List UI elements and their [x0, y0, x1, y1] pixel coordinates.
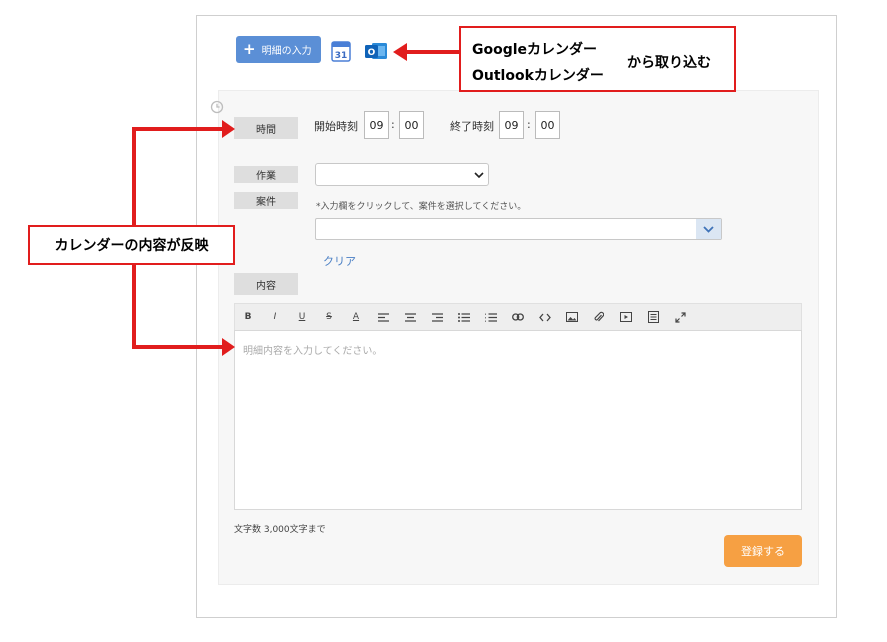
code-icon[interactable] — [538, 310, 552, 324]
video-icon[interactable] — [619, 310, 633, 324]
import-callout: Googleカレンダー Outlookカレンダー から取り込む — [459, 26, 736, 92]
work-select[interactable] — [315, 163, 489, 186]
char-limit-note: 文字数 3,000文字まで — [234, 525, 326, 535]
content-label: 内容 — [234, 273, 298, 295]
time-label: 時間 — [234, 117, 298, 139]
end-time-separator: : — [527, 118, 531, 131]
align-right-icon[interactable] — [430, 310, 444, 324]
case-select[interactable] — [315, 218, 722, 240]
reflect-callout: カレンダーの内容が反映 — [28, 225, 235, 265]
underline-button[interactable]: U — [295, 310, 309, 324]
plus-icon: + — [243, 40, 256, 58]
fullscreen-icon[interactable] — [673, 310, 687, 324]
clear-link[interactable]: クリア — [323, 253, 356, 269]
end-minute-field[interactable]: 00 — [535, 111, 560, 139]
outlook-icon[interactable]: O — [364, 40, 388, 62]
chevron-down-icon — [703, 225, 714, 233]
chevron-down-icon — [474, 172, 484, 179]
text-color-button[interactable]: A — [349, 310, 363, 324]
start-hour-field[interactable]: 09 — [364, 111, 389, 139]
google-calendar-icon[interactable]: 31 — [331, 40, 351, 62]
arrow-head-time — [222, 120, 235, 138]
align-left-icon[interactable] — [376, 310, 390, 324]
end-hour-field[interactable]: 09 — [499, 111, 524, 139]
history-icon[interactable] — [210, 100, 224, 114]
arrow-shaft-import — [406, 50, 461, 54]
start-time-label: 開始時刻 — [314, 120, 358, 133]
bold-button[interactable]: B — [241, 310, 255, 324]
editor-placeholder: 明細内容を入力してください。 — [243, 346, 383, 357]
add-detail-label: 明細の入力 — [261, 46, 312, 57]
align-center-icon[interactable] — [403, 310, 417, 324]
editor-toolbar: B I U S A — [234, 303, 802, 330]
start-minute-field[interactable]: 00 — [399, 111, 424, 139]
end-time-label: 終了時刻 — [450, 120, 494, 133]
work-label: 作業 — [234, 166, 298, 183]
google-calendar-day: 31 — [335, 51, 348, 61]
start-time-separator: : — [391, 118, 395, 131]
case-hint: *入力欄をクリックして、案件を選択してください。 — [316, 202, 527, 212]
outlook-letter: O — [368, 48, 376, 58]
bullet-list-icon[interactable] — [457, 310, 471, 324]
arrow-shaft-time — [132, 127, 224, 131]
link-icon[interactable] — [511, 310, 525, 324]
import-line-outlook: Outlookカレンダー — [472, 68, 604, 84]
content-editor[interactable]: 明細内容を入力してください。 — [234, 330, 802, 510]
italic-button[interactable]: I — [268, 310, 282, 324]
import-suffix: から取り込む — [627, 55, 711, 71]
strikethrough-button[interactable]: S — [322, 310, 336, 324]
import-line-google: Googleカレンダー — [472, 42, 598, 58]
table-icon[interactable] — [646, 310, 660, 324]
add-detail-button[interactable]: + 明細の入力 — [236, 36, 321, 63]
arrow-head-editor — [222, 338, 235, 356]
submit-button[interactable]: 登録する — [724, 535, 802, 567]
image-icon[interactable] — [565, 310, 579, 324]
case-label: 案件 — [234, 192, 298, 209]
arrow-shaft-editor — [132, 345, 224, 349]
numbered-list-icon[interactable] — [484, 310, 498, 324]
arrow-head-import — [393, 43, 407, 61]
attachment-icon[interactable] — [592, 310, 606, 324]
case-dropdown-toggle[interactable] — [696, 219, 721, 239]
